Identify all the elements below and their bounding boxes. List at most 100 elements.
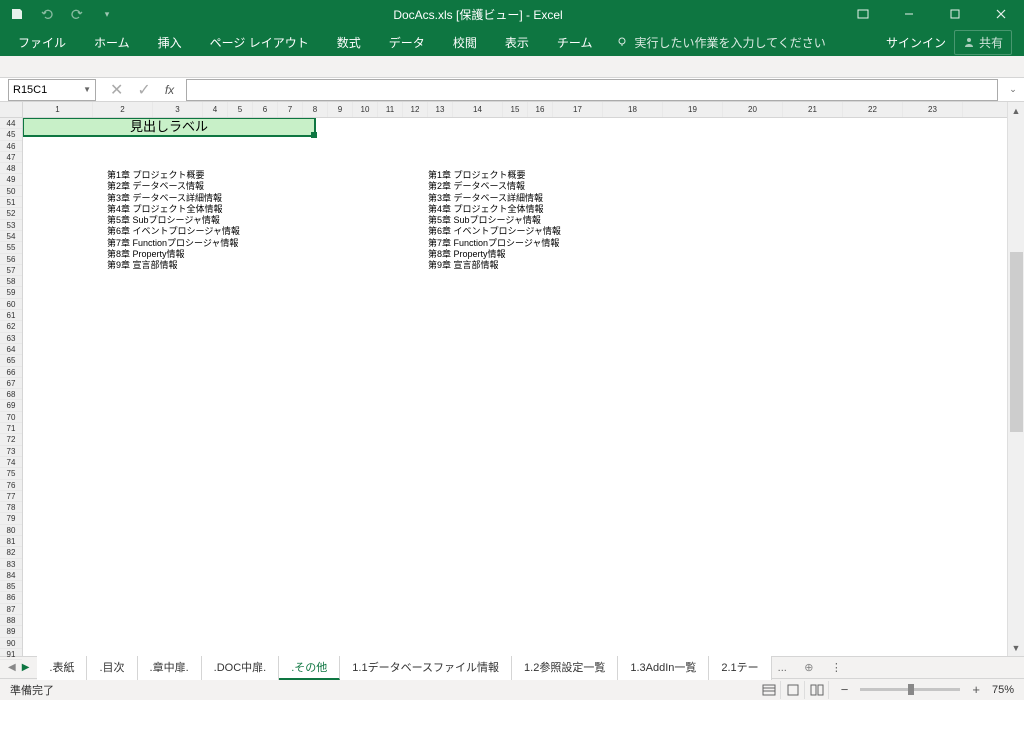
- row-header[interactable]: 90: [0, 638, 22, 649]
- row-header[interactable]: 80: [0, 525, 22, 536]
- list-item[interactable]: 第7章 Functionプロシージャ情報: [107, 238, 240, 249]
- vertical-scrollbar[interactable]: ▲ ▼: [1007, 102, 1024, 656]
- ribbon-tab[interactable]: 表示: [491, 28, 543, 57]
- tab-nav[interactable]: ◀ ▶: [0, 662, 37, 673]
- ribbon-tab[interactable]: 挿入: [144, 28, 196, 57]
- insert-function-icon[interactable]: fx: [165, 83, 174, 97]
- row-header[interactable]: 71: [0, 423, 22, 434]
- close-icon[interactable]: [978, 0, 1024, 28]
- column-header[interactable]: 22: [843, 102, 903, 117]
- formula-input[interactable]: [186, 79, 998, 101]
- column-header[interactable]: 17: [553, 102, 603, 117]
- redo-icon[interactable]: [68, 5, 86, 23]
- list-item[interactable]: 第2章 データベース情報: [107, 181, 240, 192]
- chapter-list-right[interactable]: 第1章 プロジェクト概要第2章 データベース情報第3章 データベース詳細情報第4…: [428, 170, 561, 272]
- scroll-up-icon[interactable]: ▲: [1008, 102, 1024, 119]
- sheet-tab[interactable]: 2.1テー: [709, 656, 771, 680]
- row-header[interactable]: 52: [0, 208, 22, 219]
- maximize-icon[interactable]: [932, 0, 978, 28]
- chapter-list-left[interactable]: 第1章 プロジェクト概要第2章 データベース情報第3章 データベース詳細情報第4…: [107, 170, 240, 272]
- list-item[interactable]: 第1章 プロジェクト概要: [107, 170, 240, 181]
- sheet-tab[interactable]: 1.1データベースファイル情報: [340, 656, 512, 680]
- column-header[interactable]: 5: [228, 102, 253, 117]
- row-header[interactable]: 81: [0, 536, 22, 547]
- ribbon-tab[interactable]: ファイル: [4, 28, 80, 57]
- sheet-tab[interactable]: .目次: [87, 656, 137, 680]
- row-header[interactable]: 53: [0, 220, 22, 231]
- list-item[interactable]: 第4章 プロジェクト全体情報: [428, 204, 561, 215]
- row-header[interactable]: 82: [0, 547, 22, 558]
- row-header[interactable]: 68: [0, 389, 22, 400]
- sheet-tab[interactable]: .その他: [279, 656, 340, 680]
- column-header[interactable]: 12: [403, 102, 428, 117]
- row-header[interactable]: 74: [0, 457, 22, 468]
- row-header[interactable]: 79: [0, 513, 22, 524]
- row-header[interactable]: 66: [0, 367, 22, 378]
- row-header[interactable]: 73: [0, 446, 22, 457]
- tell-me-search[interactable]: 実行したい作業を入力してください: [606, 30, 835, 55]
- list-item[interactable]: 第6章 イベントプロシージャ情報: [107, 226, 240, 237]
- row-header[interactable]: 58: [0, 276, 22, 287]
- list-item[interactable]: 第2章 データベース情報: [428, 181, 561, 192]
- add-sheet-button[interactable]: ⊕: [799, 658, 819, 678]
- zoom-level[interactable]: 75%: [992, 684, 1014, 696]
- cell-grid[interactable]: 見出しラベル 第1章 プロジェクト概要第2章 データベース情報第3章 データベー…: [23, 118, 1007, 656]
- row-header[interactable]: 51: [0, 197, 22, 208]
- row-header[interactable]: 89: [0, 626, 22, 637]
- chevron-down-icon[interactable]: ▼: [83, 85, 91, 94]
- row-headers[interactable]: 4445464748495051525354555657585960616263…: [0, 102, 23, 656]
- heading-label-cell[interactable]: 見出しラベル: [23, 118, 315, 136]
- column-header[interactable]: 8: [303, 102, 328, 117]
- ribbon-tab[interactable]: ホーム: [80, 28, 144, 57]
- qat-customize-icon[interactable]: ▾: [98, 5, 116, 23]
- list-item[interactable]: 第9章 宣言部情報: [428, 260, 561, 271]
- row-header[interactable]: 84: [0, 570, 22, 581]
- row-header[interactable]: 65: [0, 355, 22, 366]
- column-header[interactable]: 23: [903, 102, 963, 117]
- list-item[interactable]: 第6章 イベントプロシージャ情報: [428, 226, 561, 237]
- minimize-icon[interactable]: [886, 0, 932, 28]
- row-header[interactable]: 50: [0, 186, 22, 197]
- column-header[interactable]: 6: [253, 102, 278, 117]
- list-item[interactable]: 第8章 Property情報: [428, 249, 561, 260]
- column-header[interactable]: 2: [93, 102, 153, 117]
- column-headers[interactable]: 1234567891011121314151617181920212223: [23, 102, 1007, 118]
- row-header[interactable]: 55: [0, 242, 22, 253]
- save-icon[interactable]: [8, 5, 26, 23]
- row-header[interactable]: 56: [0, 254, 22, 265]
- list-item[interactable]: 第8章 Property情報: [107, 249, 240, 260]
- row-header[interactable]: 45: [0, 129, 22, 140]
- column-header[interactable]: 4: [203, 102, 228, 117]
- undo-icon[interactable]: [38, 5, 56, 23]
- row-header[interactable]: 64: [0, 344, 22, 355]
- view-page-break-icon[interactable]: [807, 681, 829, 699]
- list-item[interactable]: 第7章 Functionプロシージャ情報: [428, 238, 561, 249]
- column-header[interactable]: 18: [603, 102, 663, 117]
- column-header[interactable]: 21: [783, 102, 843, 117]
- zoom-slider-thumb[interactable]: [908, 684, 914, 695]
- row-header[interactable]: 46: [0, 141, 22, 152]
- tab-nav-prev-icon[interactable]: ◀: [8, 662, 16, 673]
- expand-formula-bar-icon[interactable]: ⌄: [1006, 84, 1020, 95]
- view-page-layout-icon[interactable]: [783, 681, 805, 699]
- list-item[interactable]: 第1章 プロジェクト概要: [428, 170, 561, 181]
- row-header[interactable]: 69: [0, 400, 22, 411]
- zoom-slider[interactable]: [860, 688, 960, 691]
- column-header[interactable]: 11: [378, 102, 403, 117]
- signin-link[interactable]: サインイン: [886, 34, 946, 51]
- column-header[interactable]: 3: [153, 102, 203, 117]
- row-header[interactable]: 78: [0, 502, 22, 513]
- list-item[interactable]: 第3章 データベース詳細情報: [107, 193, 240, 204]
- row-header[interactable]: 91: [0, 649, 22, 660]
- cancel-formula-icon[interactable]: ✕: [110, 80, 123, 100]
- row-header[interactable]: 63: [0, 333, 22, 344]
- row-header[interactable]: 59: [0, 287, 22, 298]
- tab-nav-next-icon[interactable]: ▶: [22, 662, 30, 673]
- row-header[interactable]: 88: [0, 615, 22, 626]
- column-header[interactable]: 19: [663, 102, 723, 117]
- column-header[interactable]: 13: [428, 102, 453, 117]
- select-all-corner[interactable]: [0, 102, 23, 118]
- column-header[interactable]: 10: [353, 102, 378, 117]
- row-header[interactable]: 83: [0, 559, 22, 570]
- column-header[interactable]: 20: [723, 102, 783, 117]
